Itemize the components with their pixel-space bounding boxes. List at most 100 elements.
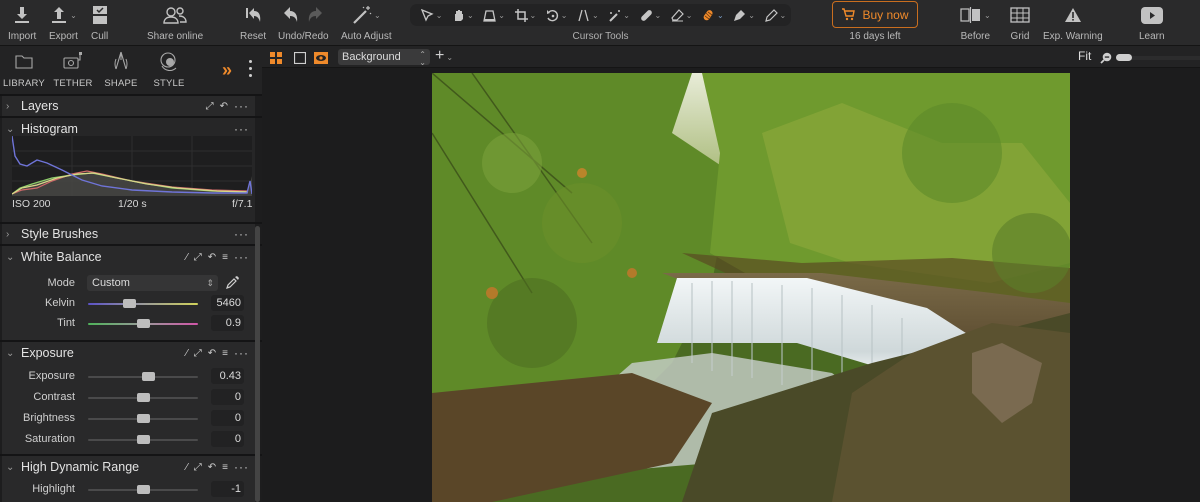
share-online-button[interactable]: Share online (147, 3, 203, 42)
add-layer-icon[interactable]: + ⌄ (435, 47, 453, 65)
photo-waterfall[interactable] (432, 73, 1070, 502)
exposure-section: ⌄ Exposure ⁄ ⤢ ↶ ≡ ··· Exposure 0.43 Con… (2, 342, 255, 454)
tab-shape[interactable]: SHAPE (97, 50, 145, 89)
buy-now-button[interactable]: Buy now (832, 1, 918, 28)
undo-redo-button[interactable]: Undo/Redo (278, 3, 329, 42)
select-cursor-icon[interactable]: ⌄ (416, 5, 447, 25)
more-options-icon[interactable]: ··· (234, 228, 249, 240)
presets-list-icon[interactable]: ≡ (222, 252, 228, 263)
more-options-icon[interactable]: ··· (234, 123, 249, 135)
more-options-icon[interactable]: ··· (234, 461, 249, 473)
export-button[interactable]: ⌄ Export (49, 3, 78, 42)
chevron-down-icon: ⌄ (6, 347, 15, 359)
single-view-icon[interactable] (293, 51, 307, 69)
tab-style[interactable]: STYLE (145, 50, 193, 89)
exp-warning-button[interactable]: Exp. Warning (1043, 3, 1103, 42)
kelvin-value[interactable]: 5460 (211, 295, 244, 311)
more-options-icon[interactable]: ··· (234, 100, 249, 112)
crop-icon[interactable]: ⌄ (510, 5, 541, 25)
auto-wand-icon[interactable]: ⁄ (186, 252, 188, 263)
more-options-icon[interactable]: ··· (234, 251, 249, 263)
layers-header[interactable]: › Layers ⤢ ↶ ··· (2, 96, 255, 116)
histogram-aperture: f/7.1 (232, 198, 253, 210)
tab-library[interactable]: LIBRARY (0, 50, 48, 89)
straighten-icon[interactable]: ⌄ (572, 5, 603, 25)
saturation-value[interactable]: 0 (211, 431, 244, 447)
histogram-shutter: 1/20 s (118, 198, 147, 210)
shape-icon (113, 50, 129, 72)
zoom-icon[interactable] (1100, 51, 1112, 69)
import-button[interactable]: Import (8, 3, 36, 42)
tab-tether[interactable]: TETHER (49, 50, 97, 89)
reset-arrow-icon[interactable]: ↶ (208, 462, 216, 473)
highlight-row: Highlight -1 (2, 481, 255, 499)
share-users-icon (163, 3, 187, 27)
expand-icon[interactable]: ⤢ (206, 101, 214, 112)
grid-button[interactable]: Grid (1010, 3, 1030, 42)
reset-arrow-icon[interactable]: ↶ (220, 101, 228, 112)
before-after-icon (960, 7, 980, 23)
reset-button[interactable]: Reset (240, 3, 266, 42)
pencil-icon[interactable]: ⌄ (760, 5, 791, 25)
auto-wand-icon[interactable]: ⁄ (186, 348, 188, 359)
highlight-slider-knob[interactable] (136, 485, 150, 494)
tint-value[interactable]: 0.9 (211, 315, 244, 331)
chevron-down-icon: ⌄ (373, 10, 381, 20)
keystone-icon[interactable]: ⌄ (479, 5, 510, 25)
undo-icon[interactable] (283, 6, 299, 24)
pan-hand-icon[interactable]: ⌄ (447, 5, 478, 25)
presets-list-icon[interactable]: ≡ (222, 348, 228, 359)
style-brushes-header[interactable]: › Style Brushes ··· (2, 224, 255, 244)
wb-mode-select[interactable]: Custom ⇕ (87, 275, 218, 291)
eyedropper-icon[interactable] (226, 275, 240, 294)
brightness-value[interactable]: 0 (211, 410, 244, 426)
tool-tabs: LIBRARY TETHER SHAPE STYLE » (0, 46, 262, 94)
eraser-icon[interactable]: ⌄ (666, 5, 697, 25)
learn-button[interactable]: Learn (1139, 3, 1165, 42)
contrast-value[interactable]: 0 (211, 389, 244, 405)
highlight-value[interactable]: -1 (211, 481, 244, 497)
magic-brush-icon[interactable]: ⌄ (604, 5, 635, 25)
warning-triangle-icon (1064, 3, 1082, 27)
cull-button[interactable]: Cull (91, 3, 108, 42)
hdr-section: ⌄ High Dynamic Range ⁄ ⤢ ↶ ≡ ··· Highlig… (2, 456, 255, 502)
histogram-section: ⌄ Histogram ··· ISO 200 1/20 s f/7.1 (2, 118, 255, 226)
auto-wand-icon[interactable]: ⁄ (186, 462, 188, 473)
rotate-icon[interactable]: ⌄ (541, 5, 572, 25)
play-video-icon (1140, 3, 1163, 27)
white-balance-header[interactable]: ⌄ White Balance ⁄ ⤢ ↶ ≡ ··· (2, 246, 255, 268)
zoom-slider-knob[interactable] (1116, 54, 1132, 61)
layer-select[interactable]: Background ⌃ ⌄ (338, 49, 430, 67)
hdr-header[interactable]: ⌄ High Dynamic Range ⁄ ⤢ ↶ ≡ ··· (2, 456, 255, 478)
style-brushes-section: › Style Brushes ··· (2, 224, 255, 244)
contrast-slider-knob[interactable] (136, 393, 150, 402)
exposure-slider-knob[interactable] (142, 372, 155, 381)
reset-arrow-icon[interactable]: ↶ (208, 348, 216, 359)
expand-icon[interactable]: ⤢ (194, 348, 202, 359)
panel-scrollbar[interactable] (255, 226, 260, 502)
exposure-header[interactable]: ⌄ Exposure ⁄ ⤢ ↶ ≡ ··· (2, 342, 255, 364)
redo-icon[interactable] (307, 6, 323, 24)
before-button[interactable]: ⌄ Before (960, 3, 991, 42)
tint-slider-knob[interactable] (136, 319, 150, 328)
cursor-tools-group: ⌄ ⌄ ⌄ ⌄ ⌄ ⌄ ⌄ ⌄ ⌄ ⌄ ⌄ ⌄ (410, 4, 791, 26)
zoom-fit-label[interactable]: Fit (1078, 49, 1091, 63)
reset-arrow-icon[interactable]: ↶ (208, 252, 216, 263)
brightness-slider-knob[interactable] (136, 414, 150, 423)
picker-icon[interactable]: ⌄ (729, 5, 760, 25)
kelvin-slider-knob[interactable] (123, 299, 137, 308)
saturation-slider-knob[interactable] (136, 435, 150, 444)
healing-icon[interactable]: ⌄ (635, 5, 666, 25)
more-options-icon[interactable]: ··· (234, 347, 249, 359)
expand-icon[interactable]: ⤢ (194, 252, 202, 263)
exposure-value[interactable]: 0.43 (211, 368, 244, 384)
auto-adjust-button[interactable]: ⌄ Auto Adjust (341, 3, 392, 42)
kelvin-slider-track[interactable] (88, 303, 198, 305)
presets-list-icon[interactable]: ≡ (222, 462, 228, 473)
draw-mask-icon[interactable]: ⌄ (697, 5, 728, 25)
layer-visibility-eye-icon[interactable] (314, 51, 328, 69)
panel-menu-icon[interactable] (249, 60, 252, 77)
expand-icon[interactable]: ⤢ (194, 462, 202, 473)
multi-view-icon[interactable] (270, 51, 282, 69)
more-tabs-chevron-icon[interactable]: » (222, 60, 232, 81)
